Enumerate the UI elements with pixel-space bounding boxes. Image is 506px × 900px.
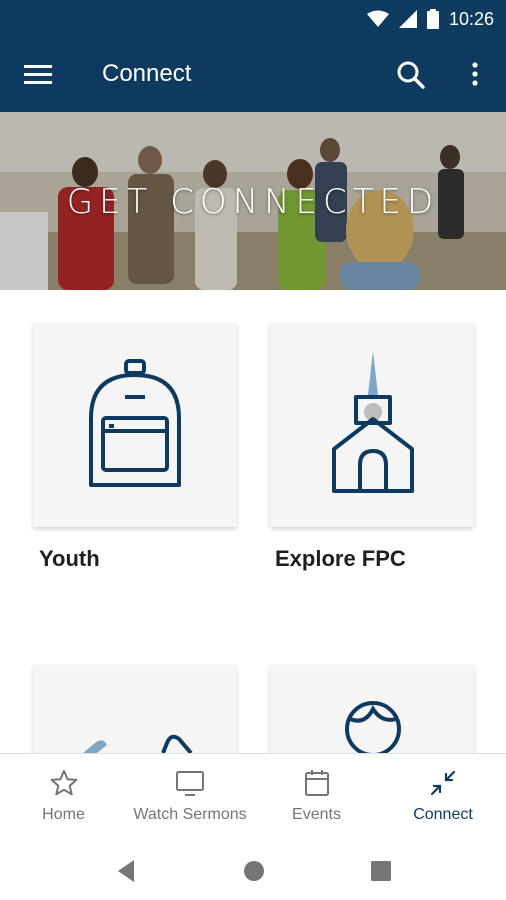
nav-item-watch-sermons[interactable]: Watch Sermons	[127, 754, 253, 843]
tile-label-explore-fpc: Explore FPC	[275, 546, 406, 571]
tile-3[interactable]	[33, 665, 237, 753]
hamburger-menu-icon	[24, 65, 52, 84]
recents-icon	[371, 861, 391, 881]
person-face-icon	[345, 701, 401, 753]
tile-4[interactable]	[270, 665, 474, 753]
nav-label-connect: Connect	[413, 806, 473, 823]
backpack-icon	[89, 359, 181, 487]
nav-label-events: Events	[292, 806, 341, 823]
church-icon	[332, 351, 414, 493]
menu-button[interactable]	[24, 63, 54, 87]
tile-explore-fpc[interactable]	[270, 323, 474, 527]
tile-youth[interactable]	[33, 323, 237, 527]
search-button[interactable]	[396, 60, 426, 90]
nav-item-home[interactable]: Home	[0, 754, 127, 843]
app-bar: Connect	[0, 38, 506, 112]
page-title: Connect	[102, 60, 192, 87]
wifi-icon	[366, 10, 389, 27]
connect-arrows-icon	[430, 770, 456, 796]
system-navigation-bar	[0, 842, 506, 900]
hero-title: GET CONNECTED	[66, 182, 440, 222]
home-icon	[244, 861, 264, 881]
status-time: 10:26	[448, 8, 494, 29]
more-vert-icon	[472, 62, 478, 86]
nav-item-connect[interactable]: Connect	[380, 754, 506, 843]
tile-label-youth: Youth	[39, 546, 100, 571]
search-icon	[397, 61, 425, 89]
star-icon	[50, 770, 77, 796]
bottom-navigation: Home Watch Sermons Events Connect	[0, 753, 506, 842]
calendar-icon	[304, 770, 329, 796]
tv-icon	[176, 771, 204, 796]
partial-icon	[83, 734, 193, 753]
nav-item-events[interactable]: Events	[253, 754, 380, 843]
system-home-button[interactable]	[239, 856, 269, 886]
back-icon	[118, 860, 134, 882]
cell-signal-icon	[398, 10, 417, 28]
more-options-button[interactable]	[466, 60, 484, 90]
nav-label-home: Home	[42, 806, 85, 823]
hero-banner: GET CONNECTED	[0, 112, 506, 290]
system-recents-button[interactable]	[366, 856, 396, 886]
status-bar: 10:26	[0, 0, 506, 38]
nav-label-watch-sermons: Watch Sermons	[133, 806, 247, 823]
battery-icon	[426, 9, 439, 29]
system-back-button[interactable]	[112, 856, 142, 886]
